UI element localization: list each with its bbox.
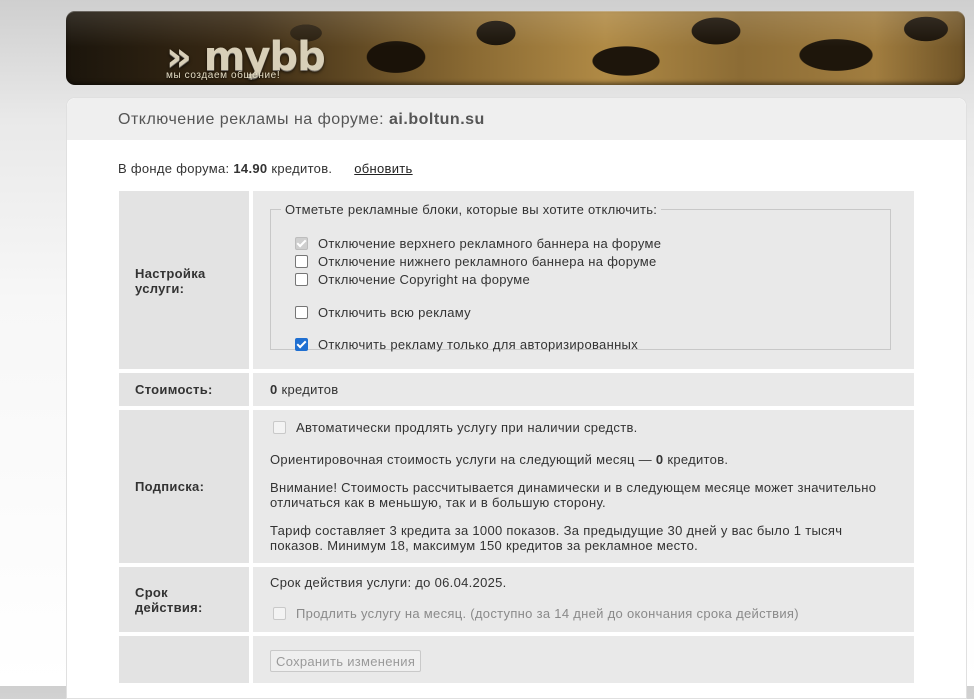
option-all-ads-label: Отключить всю рекламу (318, 305, 471, 320)
logo-tagline: мы создаем общение! (166, 70, 281, 81)
checkbox-extend[interactable] (273, 607, 286, 621)
option-copyright-label: Отключение Copyright на форуме (318, 272, 531, 287)
estimate-text: Ориентировочная стоимость услуги на след… (270, 452, 880, 467)
tariff-text: Тариф составляет 3 кредита за 1000 показ… (270, 523, 843, 553)
settings-label-cell: Настройка услуги: (119, 191, 249, 369)
cost-unit: кредитов (281, 382, 339, 397)
extend-label: Продлить услугу на месяц. (доступно за 1… (296, 606, 799, 621)
estimate-amount: 0 (655, 452, 664, 467)
subscription-row: Подписка: Автоматически продлять услугу … (119, 410, 914, 563)
option-top-banner[interactable]: Отключение верхнего рекламного баннера н… (295, 236, 661, 252)
extend-option[interactable]: Продлить услугу на месяц. (доступно за 1… (273, 606, 883, 621)
refresh-link[interactable]: обновить (354, 161, 412, 176)
content-panel: Отключение рекламы на форуме: ai.boltun.… (66, 97, 967, 699)
cost-label-cell: Стоимость: (119, 373, 249, 406)
settings-value-cell: Отметьте рекламные блоки, которые вы хот… (253, 191, 914, 369)
option-authorized-only[interactable]: Отключить рекламу только для авторизиров… (295, 337, 638, 353)
actions-row: Сохранить изменения (119, 636, 914, 683)
validity-label: Срок действия: (135, 585, 203, 615)
page-title: Отключение рекламы на форуме: ai.boltun.… (118, 111, 485, 129)
fund-amount: 14.90 (233, 161, 268, 176)
checkbox-copyright[interactable] (295, 273, 308, 287)
save-changes-button[interactable]: Сохранить изменения (270, 650, 422, 672)
cost-value: 0 кредитов (270, 382, 880, 397)
option-all-ads[interactable]: Отключить всю рекламу (295, 305, 471, 321)
forum-domain: ai.boltun.su (389, 111, 485, 128)
checkbox-bottom-banner[interactable] (295, 255, 308, 269)
option-authorized-only-label: Отключить рекламу только для авторизиров… (318, 337, 638, 352)
checkbox-all-ads[interactable] (295, 306, 308, 320)
subscription-value-cell: Автоматически продлять услугу при наличи… (253, 410, 914, 563)
validity-row: Срок действия: Срок действия услуги: до … (119, 567, 914, 632)
validity-value-cell: Срок действия услуги: до 06.04.2025. Про… (253, 567, 914, 632)
checkbox-auto-renew[interactable] (273, 421, 286, 435)
cost-amount: 0 (270, 382, 278, 397)
actions-label-cell (119, 636, 249, 683)
checkbox-top-banner[interactable] (295, 237, 308, 251)
auto-renew-option[interactable]: Автоматически продлять услугу при наличи… (273, 420, 883, 435)
validity-label-cell: Срок действия: (119, 567, 249, 632)
forum-header-banner: » mybb мы создаем общение! (66, 11, 965, 85)
checkbox-authorized-only[interactable] (295, 338, 308, 352)
warning-text: Внимание! Стоимость рассчитывается динам… (270, 480, 877, 510)
fund-unit: кредитов. (271, 161, 333, 176)
option-bottom-banner[interactable]: Отключение нижнего рекламного баннера на… (295, 254, 657, 270)
subscription-label-cell: Подписка: (119, 410, 249, 563)
option-bottom-banner-label: Отключение нижнего рекламного баннера на… (318, 254, 657, 269)
settings-row: Настройка услуги: Отметьте рекламные бло… (119, 191, 914, 369)
panel-header: Отключение рекламы на форуме: ai.boltun.… (67, 98, 966, 140)
actions-value-cell: Сохранить изменения (253, 636, 914, 683)
ad-blocks-legend: Отметьте рекламные блоки, которые вы хот… (285, 202, 658, 217)
expires-text: Срок действия услуги: до 06.04.2025. (270, 575, 507, 590)
estimate-prefix: Ориентировочная стоимость услуги на след… (270, 452, 652, 467)
cost-value-cell: 0 кредитов (253, 373, 914, 406)
settings-label: Настройка услуги: (135, 266, 206, 296)
subscription-label: Подписка: (135, 479, 205, 494)
fund-label: В фонде форума: (118, 161, 230, 176)
cost-label: Стоимость: (135, 382, 213, 397)
option-copyright[interactable]: Отключение Copyright на форуме (295, 272, 530, 288)
ad-blocks-fieldset: Отметьте рекламные блоки, которые вы хот… (270, 202, 891, 353)
option-top-banner-label: Отключение верхнего рекламного баннера н… (318, 236, 662, 251)
forum-fund: В фонде форума: 14.90 кредитов. обновить (118, 161, 413, 176)
cost-row: Стоимость: 0 кредитов (119, 373, 914, 406)
auto-renew-label: Автоматически продлять услугу при наличи… (296, 420, 638, 435)
estimate-unit: кредитов. (667, 452, 729, 467)
page-title-text: Отключение рекламы на форуме: (118, 111, 385, 128)
